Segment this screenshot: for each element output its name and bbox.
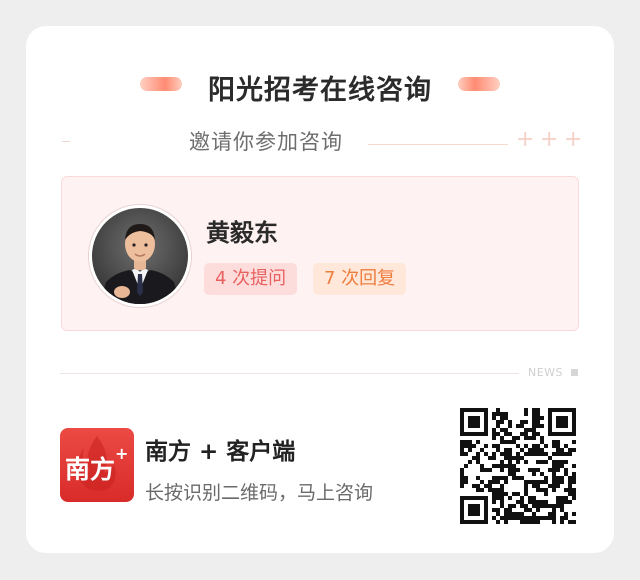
plus-decor-icon: +: [564, 127, 583, 152]
qr-code-icon[interactable]: [460, 408, 576, 524]
replies-count-badge: 7 次回复: [313, 263, 407, 295]
avatar: [89, 205, 191, 307]
plus-decor-icon: +: [540, 127, 559, 152]
subtitle-row: 邀请你参加咨询 + + +: [26, 124, 614, 160]
plus-decor-icon: +: [516, 127, 535, 152]
questions-count-badge: 4 次提问: [204, 263, 298, 295]
news-square-icon: [571, 369, 578, 376]
consultant-profile-card[interactable]: 黄毅东 4 次提问 7 次回复: [61, 176, 579, 331]
page-title: 阳光招考在线咨询: [208, 75, 432, 106]
subtitle: 邀请你参加咨询: [189, 130, 343, 154]
subtitle-decor-line: [368, 144, 508, 145]
logo-plus: +: [115, 444, 128, 463]
qr-hint: 长按识别二维码，马上咨询: [145, 482, 374, 504]
app-logo: 南方 +: [60, 428, 134, 502]
news-label: NEWS: [528, 366, 564, 379]
app-name: 南方 + 客户端: [145, 439, 296, 465]
divider-line: [60, 373, 519, 374]
logo-text: 南方: [65, 455, 115, 484]
header: 阳光招考在线咨询: [26, 64, 614, 106]
invitation-card: 阳光招考在线咨询 邀请你参加咨询 + + + 黄毅东 4 次提问 7 次回复 N…: [26, 26, 614, 553]
consultant-name: 黄毅东: [206, 219, 278, 247]
title-decor-right: [458, 77, 500, 91]
subtitle-decor-dash: [62, 141, 70, 142]
